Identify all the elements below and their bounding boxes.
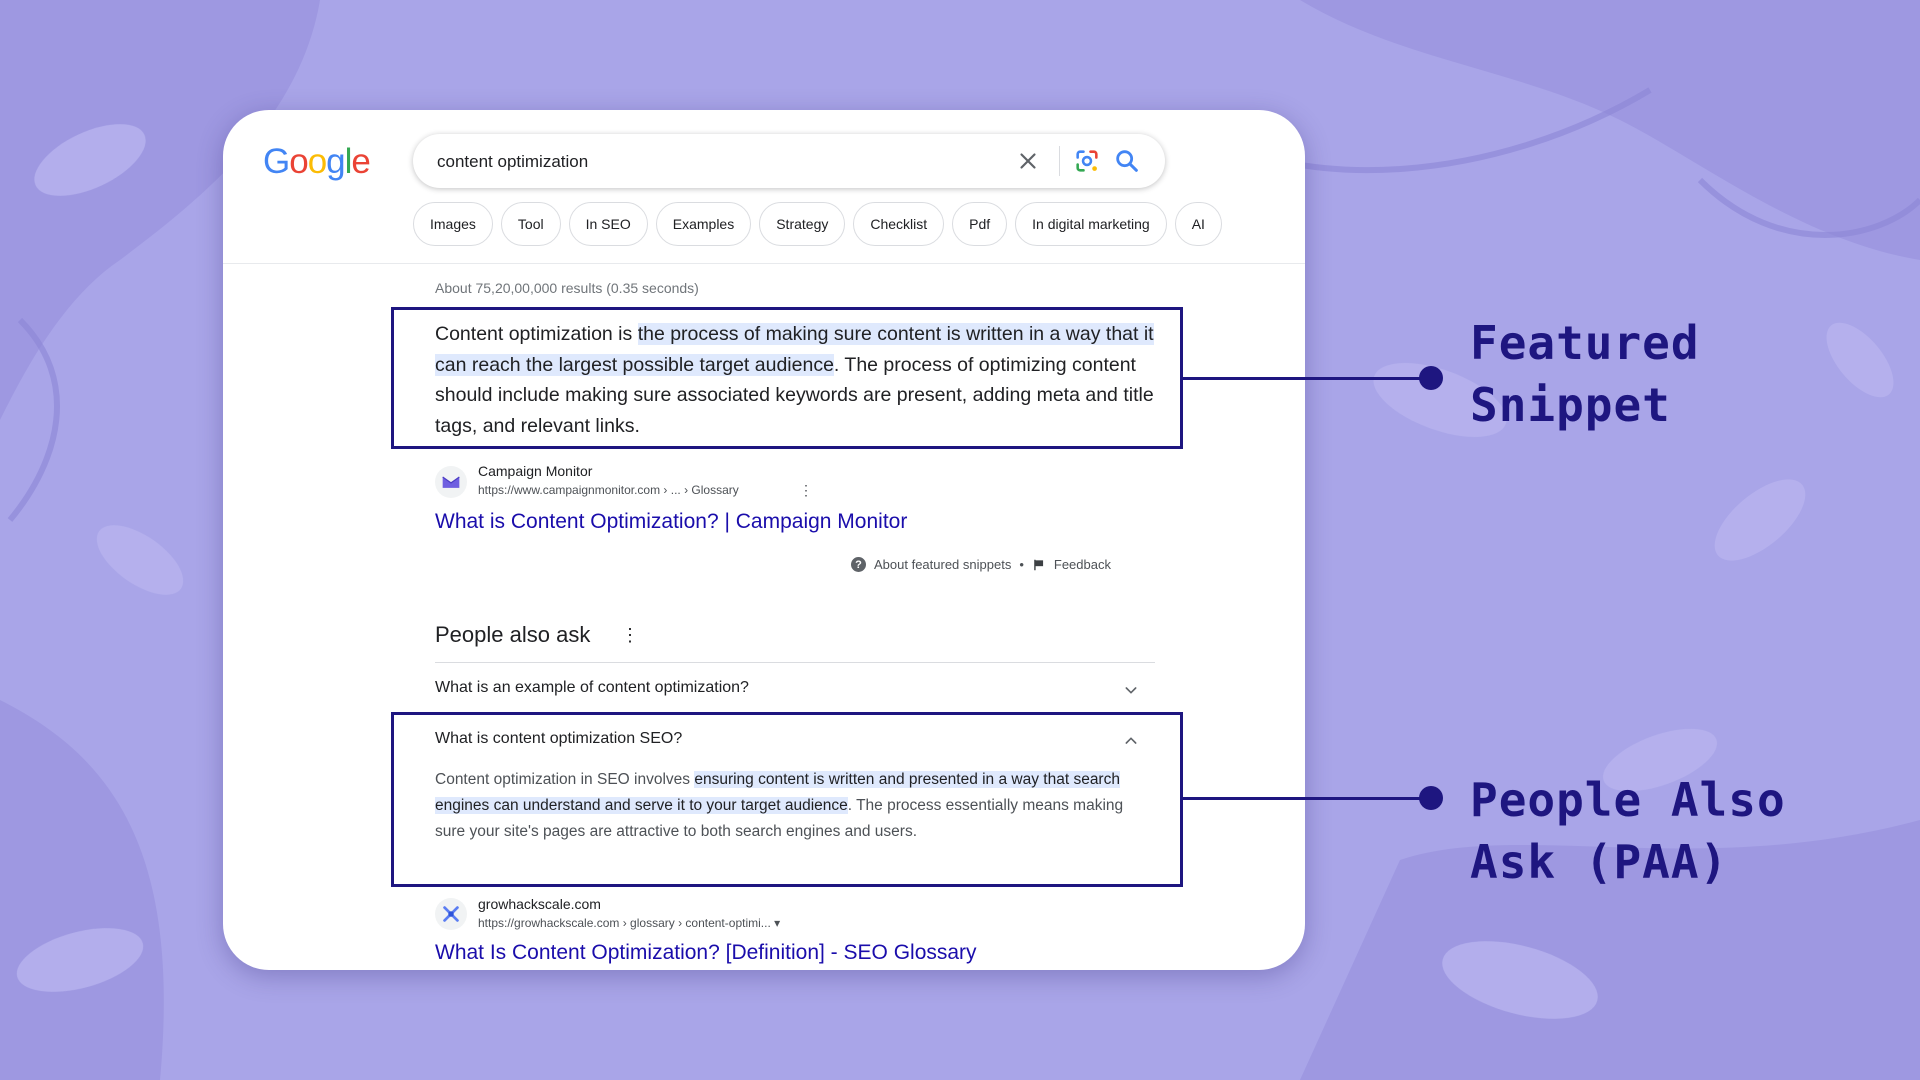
paa-options-icon[interactable]: ⋮ [621,625,639,646]
chip-in-seo[interactable]: In SEO [568,202,648,246]
feedback-flag-icon [1034,559,1043,570]
featured-snippet-footer: ? About featured snippets • Feedback [851,557,1111,572]
chip-pdf[interactable]: Pdf [952,202,1008,246]
chevron-down-icon[interactable] [1123,682,1139,698]
google-logo[interactable]: Google [263,142,371,182]
growhackscale-logo-icon [443,906,459,922]
envelope-icon [442,476,460,488]
about-featured-snippets-link[interactable]: About featured snippets [874,557,1011,572]
help-icon: ? [851,557,866,572]
campaign-monitor-favicon [435,466,467,498]
featured-snippet-dot [1419,366,1443,390]
chip-tool[interactable]: Tool [500,202,561,246]
paa-divider [435,662,1155,663]
result-options-icon[interactable]: ⋮ [799,482,813,499]
chip-ai[interactable]: AI [1174,202,1222,246]
growhackscale-url[interactable]: https://growhackscale.com › glossary › c… [478,916,780,930]
chip-checklist[interactable]: Checklist [853,202,945,246]
chip-in-digital-marketing[interactable]: In digital marketing [1015,202,1167,246]
paa-outline [391,712,1183,887]
result-stats: About 75,20,00,000 results (0.35 seconds… [435,280,699,296]
paa-question-1[interactable]: What is an example of content optimizati… [435,679,749,697]
search-icon[interactable] [1113,147,1141,175]
search-results-card: Google content optimization Images Tool … [223,110,1305,970]
growhackscale-site-name[interactable]: growhackscale.com [478,896,601,912]
footer-separator: • [1019,557,1024,572]
chip-images[interactable]: Images [413,202,493,246]
clear-icon[interactable] [1015,148,1041,174]
paa-dot [1419,786,1443,810]
campaign-monitor-result-title[interactable]: What is Content Optimization? | Campaign… [435,510,907,534]
feedback-link[interactable]: Feedback [1054,557,1111,572]
header-divider [223,263,1305,264]
growhackscale-favicon [435,898,467,930]
featured-snippet-label-line1: Featured [1470,316,1700,370]
paa-label-line1: People Also [1470,773,1786,827]
chip-strategy[interactable]: Strategy [759,202,846,246]
featured-snippet-outline [391,307,1183,449]
filter-chips: Images Tool In SEO Examples Strategy Che… [413,202,1222,246]
growhackscale-result-title[interactable]: What Is Content Optimization? [Definitio… [435,941,977,965]
featured-snippet-connector [1183,377,1433,380]
search-divider [1059,146,1060,176]
search-box[interactable]: content optimization [413,134,1165,188]
google-lens-icon[interactable] [1073,147,1101,175]
featured-snippet-label: Featured Snippet [1470,312,1700,436]
paa-label: People Also Ask (PAA) [1470,769,1786,893]
campaign-monitor-site-name[interactable]: Campaign Monitor [478,463,592,479]
featured-snippet-label-line2: Snippet [1470,378,1671,432]
paa-label-line2: Ask (PAA) [1470,835,1729,889]
campaign-monitor-url[interactable]: https://www.campaignmonitor.com › ... › … [478,483,739,497]
search-input[interactable]: content optimization [437,152,588,172]
chip-examples[interactable]: Examples [655,202,752,246]
paa-connector [1183,797,1433,800]
paa-heading: People also ask [435,622,591,647]
